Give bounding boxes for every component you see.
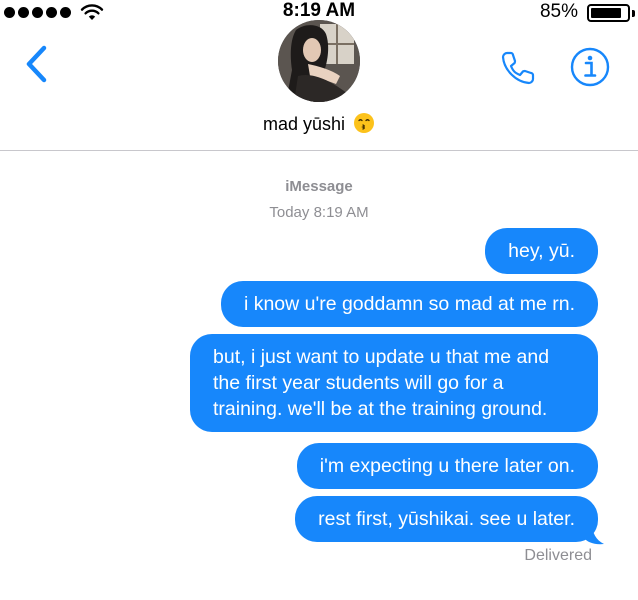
message-bubble[interactable]: but, i just want to update u that me and… — [190, 334, 598, 432]
message-timestamp: Today 8:19 AM — [269, 204, 369, 221]
message-bubble[interactable]: rest first, yūshikai. see u later. — [295, 496, 598, 542]
message-text: rest first, yūshikai. see u later. — [318, 508, 575, 530]
contact-avatar[interactable] — [278, 20, 360, 102]
phone-icon — [501, 51, 535, 85]
battery-fill — [591, 8, 621, 18]
bubble-tail — [584, 523, 604, 545]
battery-percentage: 85% — [539, 1, 578, 22]
message-text: but, i just want to update u that me and… — [213, 346, 550, 420]
service-label: iMessage — [285, 178, 353, 195]
message-text: hey, yū. — [508, 240, 575, 262]
message-bubble[interactable]: i know u're goddamn so mad at me rn. — [220, 281, 598, 327]
message-text: i'm expecting u there later on. — [319, 455, 575, 477]
chevron-left-icon — [26, 45, 47, 83]
header-divider — [0, 150, 638, 151]
message-text: i know u're goddamn so mad at me rn. — [243, 293, 575, 315]
delivery-status: Delivered — [524, 547, 592, 564]
info-icon — [570, 47, 610, 87]
battery-nub — [632, 10, 635, 17]
info-button[interactable] — [569, 46, 611, 88]
message-bubble[interactable]: i'm expecting u there later on. — [296, 443, 598, 489]
battery-icon — [587, 4, 630, 22]
avatar-image — [278, 20, 360, 102]
kissing-face-emoji-icon — [354, 113, 375, 133]
call-button[interactable] — [498, 48, 542, 88]
contact-name-row[interactable]: mad yūshi — [0, 112, 638, 135]
message-bubble[interactable]: hey, yū. — [485, 228, 598, 274]
back-button[interactable] — [22, 44, 50, 84]
contact-name: mad yūshi — [262, 114, 346, 134]
